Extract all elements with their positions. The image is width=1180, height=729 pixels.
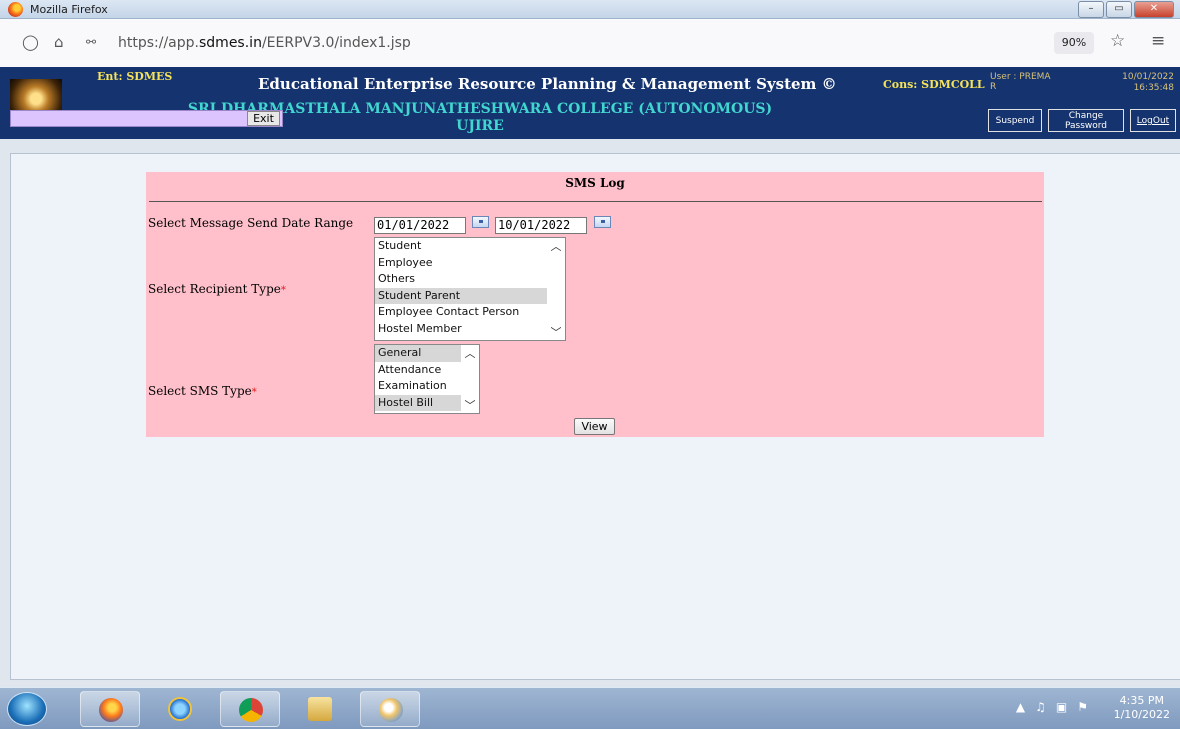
change-password-line2: Password: [1064, 121, 1108, 131]
scroll-down-icon[interactable]: ﹀: [547, 326, 565, 340]
window-titlebar: Mozilla Firefox – ▭ ✕: [0, 0, 1180, 19]
recipient-scrollbar[interactable]: ︿ ﹀: [547, 238, 565, 340]
folder-icon: [308, 697, 332, 721]
suspend-button[interactable]: Suspend: [988, 109, 1042, 132]
recipient-option[interactable]: Employee Contact Person: [375, 304, 565, 321]
recipient-option[interactable]: Others: [375, 271, 565, 288]
scroll-up-icon[interactable]: ︿: [461, 347, 479, 361]
header-time: 16:35:48: [1133, 83, 1174, 93]
recipient-option[interactable]: Student: [375, 238, 565, 255]
recipient-type-text: Select Recipient Type: [148, 282, 281, 296]
url-prefix: https://app.: [118, 35, 199, 51]
app-header: Ent: SDMES Educational Enterprise Resour…: [0, 67, 1180, 139]
from-calendar-icon[interactable]: [472, 216, 489, 228]
firefox-icon: [8, 2, 23, 17]
header-date: 10/01/2022: [1122, 72, 1174, 82]
recipient-option[interactable]: Hostel Member: [375, 321, 565, 338]
datetime: 10/01/2022 16:35:48: [1122, 72, 1174, 94]
url-domain: sdmes.in: [199, 35, 262, 51]
firefox-icon: [99, 698, 123, 722]
date-range-label: Select Message Send Date Range: [148, 216, 354, 230]
scroll-up-icon[interactable]: ︿: [547, 240, 565, 254]
network-icon[interactable]: ▣: [1056, 700, 1077, 714]
sms-type-text: Select SMS Type: [148, 384, 252, 398]
page-title: SMS Log: [565, 176, 625, 190]
clock-time: 4:35 PM: [1119, 694, 1164, 707]
recipient-option[interactable]: Student Parent: [375, 287, 565, 304]
close-button[interactable]: ✕: [1134, 1, 1174, 18]
to-date-input[interactable]: 10/01/2022: [495, 217, 587, 234]
exit-button[interactable]: Exit: [247, 111, 280, 126]
sms-type-listbox[interactable]: General Attendance Examination Hostel Bill …: [374, 344, 480, 414]
clock[interactable]: 4:35 PM 1/10/2022: [1114, 694, 1170, 722]
permissions-icon[interactable]: ⚯: [86, 35, 96, 49]
user-info: User : PREMA R: [990, 72, 1070, 92]
from-date-input[interactable]: 01/01/2022: [374, 217, 466, 234]
window-title: Mozilla Firefox: [30, 3, 108, 16]
taskbar-paint[interactable]: [360, 691, 420, 727]
consortium-label: Cons: SDMCOLL: [883, 78, 985, 91]
tray-arrow-icon[interactable]: ▲: [1016, 700, 1035, 714]
menu-icon[interactable]: ≡: [1151, 31, 1165, 51]
taskbar-chrome[interactable]: [220, 691, 280, 727]
title-divider: [149, 201, 1042, 202]
maximize-button[interactable]: ▭: [1106, 1, 1132, 18]
system-title: Educational Enterprise Resource Planning…: [258, 75, 837, 93]
change-password-button[interactable]: Change Password: [1048, 109, 1124, 132]
required-marker: *: [251, 387, 257, 398]
shield-icon[interactable]: ◯: [22, 33, 39, 51]
to-calendar-icon[interactable]: [594, 216, 611, 228]
taskbar-ie[interactable]: [150, 691, 210, 727]
sms-log-panel: SMS Log Select Message Send Date Range 0…: [146, 172, 1044, 437]
browser-navbar: ◯ ⌂ ⚯ https://app.sdmes.in/EERPV3.0/inde…: [0, 19, 1180, 67]
url-bar[interactable]: https://app.sdmes.in/EERPV3.0/index1.jsp: [118, 35, 411, 51]
clock-date: 1/10/2022: [1113, 708, 1170, 721]
taskbar-firefox[interactable]: [80, 691, 140, 727]
user-name: User : PREMA: [990, 72, 1051, 82]
recipient-type-label: Select Recipient Type*: [148, 282, 286, 296]
system-tray[interactable]: ▲♫▣⚑: [1016, 700, 1098, 714]
logout-button[interactable]: LogOut: [1130, 109, 1176, 132]
recipient-option[interactable]: Employee: [375, 255, 565, 272]
sms-type-label: Select SMS Type*: [148, 384, 257, 398]
taskbar-explorer[interactable]: [290, 691, 350, 727]
user-name-cont: R: [990, 82, 997, 92]
enterprise-label: Ent: SDMES: [97, 70, 173, 83]
required-marker: *: [280, 285, 286, 296]
internet-explorer-icon: [168, 697, 192, 721]
lock-icon[interactable]: ⌂: [54, 33, 64, 51]
flag-icon[interactable]: ⚑: [1077, 700, 1098, 714]
start-button[interactable]: [7, 692, 47, 726]
url-path: /EERPV3.0/index1.jsp: [261, 35, 411, 51]
paint-icon: [379, 698, 403, 722]
recipient-type-listbox[interactable]: Student Employee Others Student Parent Emplo…: [374, 237, 566, 341]
exit-bar: [10, 110, 283, 127]
taskbar: ▲♫▣⚑ 4:35 PM 1/10/2022: [0, 687, 1180, 729]
zoom-level[interactable]: 90%: [1054, 32, 1094, 54]
minimize-button[interactable]: –: [1078, 1, 1104, 18]
bookmark-star-icon[interactable]: ☆: [1110, 31, 1125, 51]
change-password-line1: Change: [1068, 111, 1104, 121]
view-button[interactable]: View: [574, 418, 615, 435]
scroll-down-icon[interactable]: ﹀: [461, 399, 479, 413]
chrome-icon: [239, 698, 263, 722]
sms-type-scrollbar[interactable]: ︿ ﹀: [461, 345, 479, 413]
volume-icon[interactable]: ♫: [1035, 700, 1056, 714]
